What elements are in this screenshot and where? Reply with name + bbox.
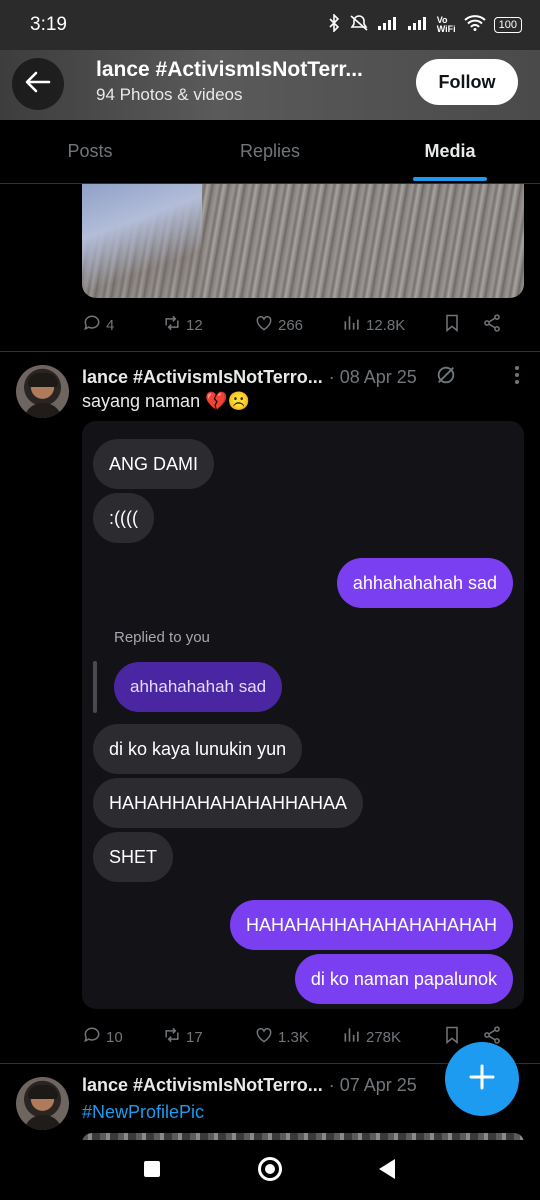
back-nav-button[interactable] bbox=[370, 1154, 404, 1188]
post-actions: 10 17 1.3K 278K bbox=[82, 1022, 522, 1052]
avatar[interactable] bbox=[16, 365, 69, 418]
circle-icon bbox=[257, 1156, 283, 1187]
bluetooth-icon bbox=[327, 13, 341, 35]
arrow-left-icon bbox=[25, 71, 51, 98]
avatar-hair bbox=[28, 373, 58, 387]
post-divider bbox=[0, 351, 540, 352]
reply-count: 10 bbox=[106, 1028, 123, 1046]
avatar-body bbox=[24, 1115, 62, 1130]
like-count: 1.3K bbox=[278, 1028, 309, 1046]
like-count: 266 bbox=[278, 316, 304, 334]
bookmark-icon bbox=[442, 1025, 462, 1049]
tab-replies[interactable]: Replies bbox=[180, 120, 360, 183]
repost-icon bbox=[162, 313, 182, 337]
replied-label: Replied to you bbox=[114, 629, 210, 646]
chat-message: di ko naman papalunok bbox=[294, 954, 513, 1004]
home-button[interactable] bbox=[253, 1154, 287, 1188]
reply-indicator-bar bbox=[93, 661, 97, 713]
tab-media[interactable]: Media bbox=[360, 120, 540, 183]
signal-icon-2 bbox=[407, 15, 429, 34]
tab-posts-label: Posts bbox=[67, 141, 113, 161]
tab-posts[interactable]: Posts bbox=[0, 120, 180, 183]
profile-tabs: Posts Replies Media bbox=[0, 120, 540, 184]
reply-icon bbox=[82, 1025, 102, 1049]
compose-button[interactable] bbox=[445, 1042, 519, 1116]
repost-icon bbox=[162, 1025, 182, 1049]
status-time: 3:19 bbox=[30, 14, 67, 35]
post-date: · 07 Apr 25 bbox=[328, 1075, 417, 1095]
share-icon bbox=[482, 313, 502, 337]
views-button[interactable]: 12.8K bbox=[342, 313, 442, 337]
follow-button[interactable]: Follow bbox=[416, 59, 518, 105]
wifi-icon bbox=[463, 15, 486, 34]
active-tab-indicator bbox=[413, 177, 487, 181]
chat-message: HAHAHAHHAHAHAHAHAHAH bbox=[229, 900, 513, 950]
chat-message: ahhahahahah sad bbox=[336, 558, 513, 608]
chat-message: SHET bbox=[93, 832, 174, 882]
like-button[interactable]: 1.3K bbox=[254, 1025, 342, 1049]
profile-header: lance #ActivismIsNotTerr... 94 Photos & … bbox=[0, 50, 540, 120]
reply-button[interactable]: 10 bbox=[82, 1025, 162, 1049]
profile-title: lance #ActivismIsNotTerr... bbox=[96, 58, 363, 81]
author-name[interactable]: lance #ActivismIsNotTerro... bbox=[82, 367, 323, 388]
status-bar: 3:19 Vo WiFi 100 bbox=[0, 0, 540, 50]
status-icons: Vo WiFi 100 bbox=[327, 13, 522, 35]
views-icon bbox=[342, 313, 362, 337]
post-text: sayang naman 💔☹️ bbox=[82, 391, 250, 411]
repost-button[interactable]: 17 bbox=[162, 1025, 254, 1049]
bookmark-button[interactable] bbox=[442, 313, 482, 337]
image-shade bbox=[82, 184, 202, 298]
triangle-back-icon bbox=[377, 1158, 397, 1185]
like-button[interactable]: 266 bbox=[254, 313, 342, 337]
avatar-hair bbox=[28, 1085, 58, 1099]
chat-message: di ko kaya lunukin yun bbox=[93, 724, 303, 774]
share-button[interactable] bbox=[482, 313, 512, 337]
battery-icon: 100 bbox=[493, 16, 522, 33]
chat-screenshot-image[interactable]: ANG DAMI :(((( ahhahahahah sad Replied t… bbox=[82, 421, 524, 1009]
tab-media-label: Media bbox=[424, 141, 476, 161]
bookmark-icon bbox=[442, 313, 462, 337]
avatar[interactable] bbox=[16, 1077, 69, 1130]
hashtag-link[interactable]: #NewProfilePic bbox=[82, 1102, 204, 1123]
heart-icon bbox=[254, 1025, 274, 1049]
recents-button[interactable] bbox=[135, 1154, 169, 1188]
post-header: lance #ActivismIsNotTerro... · 08 Apr 25 bbox=[82, 364, 528, 391]
vowifi-icon: Vo WiFi bbox=[436, 14, 456, 34]
square-icon bbox=[143, 1160, 161, 1183]
grok-icon[interactable] bbox=[435, 364, 457, 391]
repost-button[interactable]: 12 bbox=[162, 313, 254, 337]
tab-replies-label: Replies bbox=[239, 141, 301, 161]
more-options-icon[interactable] bbox=[514, 365, 520, 390]
repost-count: 12 bbox=[186, 316, 203, 334]
post-actions: 4 12 266 12.8K bbox=[82, 310, 522, 340]
system-nav-bar bbox=[0, 1140, 540, 1200]
reply-count: 4 bbox=[106, 316, 115, 334]
views-icon bbox=[342, 1025, 362, 1049]
repost-count: 17 bbox=[186, 1028, 203, 1046]
header-title-block: lance #ActivismIsNotTerr... 94 Photos & … bbox=[96, 58, 406, 105]
signal-icon bbox=[377, 15, 399, 34]
reply-button[interactable]: 4 bbox=[82, 313, 162, 337]
author-name[interactable]: lance #ActivismIsNotTerro... bbox=[82, 1075, 323, 1096]
reply-icon bbox=[82, 313, 102, 337]
views-count: 12.8K bbox=[366, 316, 406, 334]
views-count: 278K bbox=[366, 1028, 402, 1046]
plus-icon bbox=[468, 1063, 496, 1096]
views-button[interactable]: 278K bbox=[342, 1025, 442, 1049]
back-button[interactable] bbox=[12, 58, 64, 110]
post-media-image[interactable] bbox=[82, 184, 524, 298]
media-count: 94 Photos & videos bbox=[96, 85, 243, 104]
chat-message: ANG DAMI bbox=[93, 439, 215, 489]
chat-reply-quote: ahhahahahah sad bbox=[114, 662, 283, 712]
avatar-body bbox=[24, 403, 62, 418]
heart-icon bbox=[254, 313, 274, 337]
chat-message: :(((( bbox=[93, 493, 154, 543]
post-date: · 08 Apr 25 bbox=[328, 367, 417, 387]
chat-message: HAHAHHAHAHAHAHHAHAA bbox=[93, 778, 364, 828]
mute-icon bbox=[349, 14, 369, 35]
